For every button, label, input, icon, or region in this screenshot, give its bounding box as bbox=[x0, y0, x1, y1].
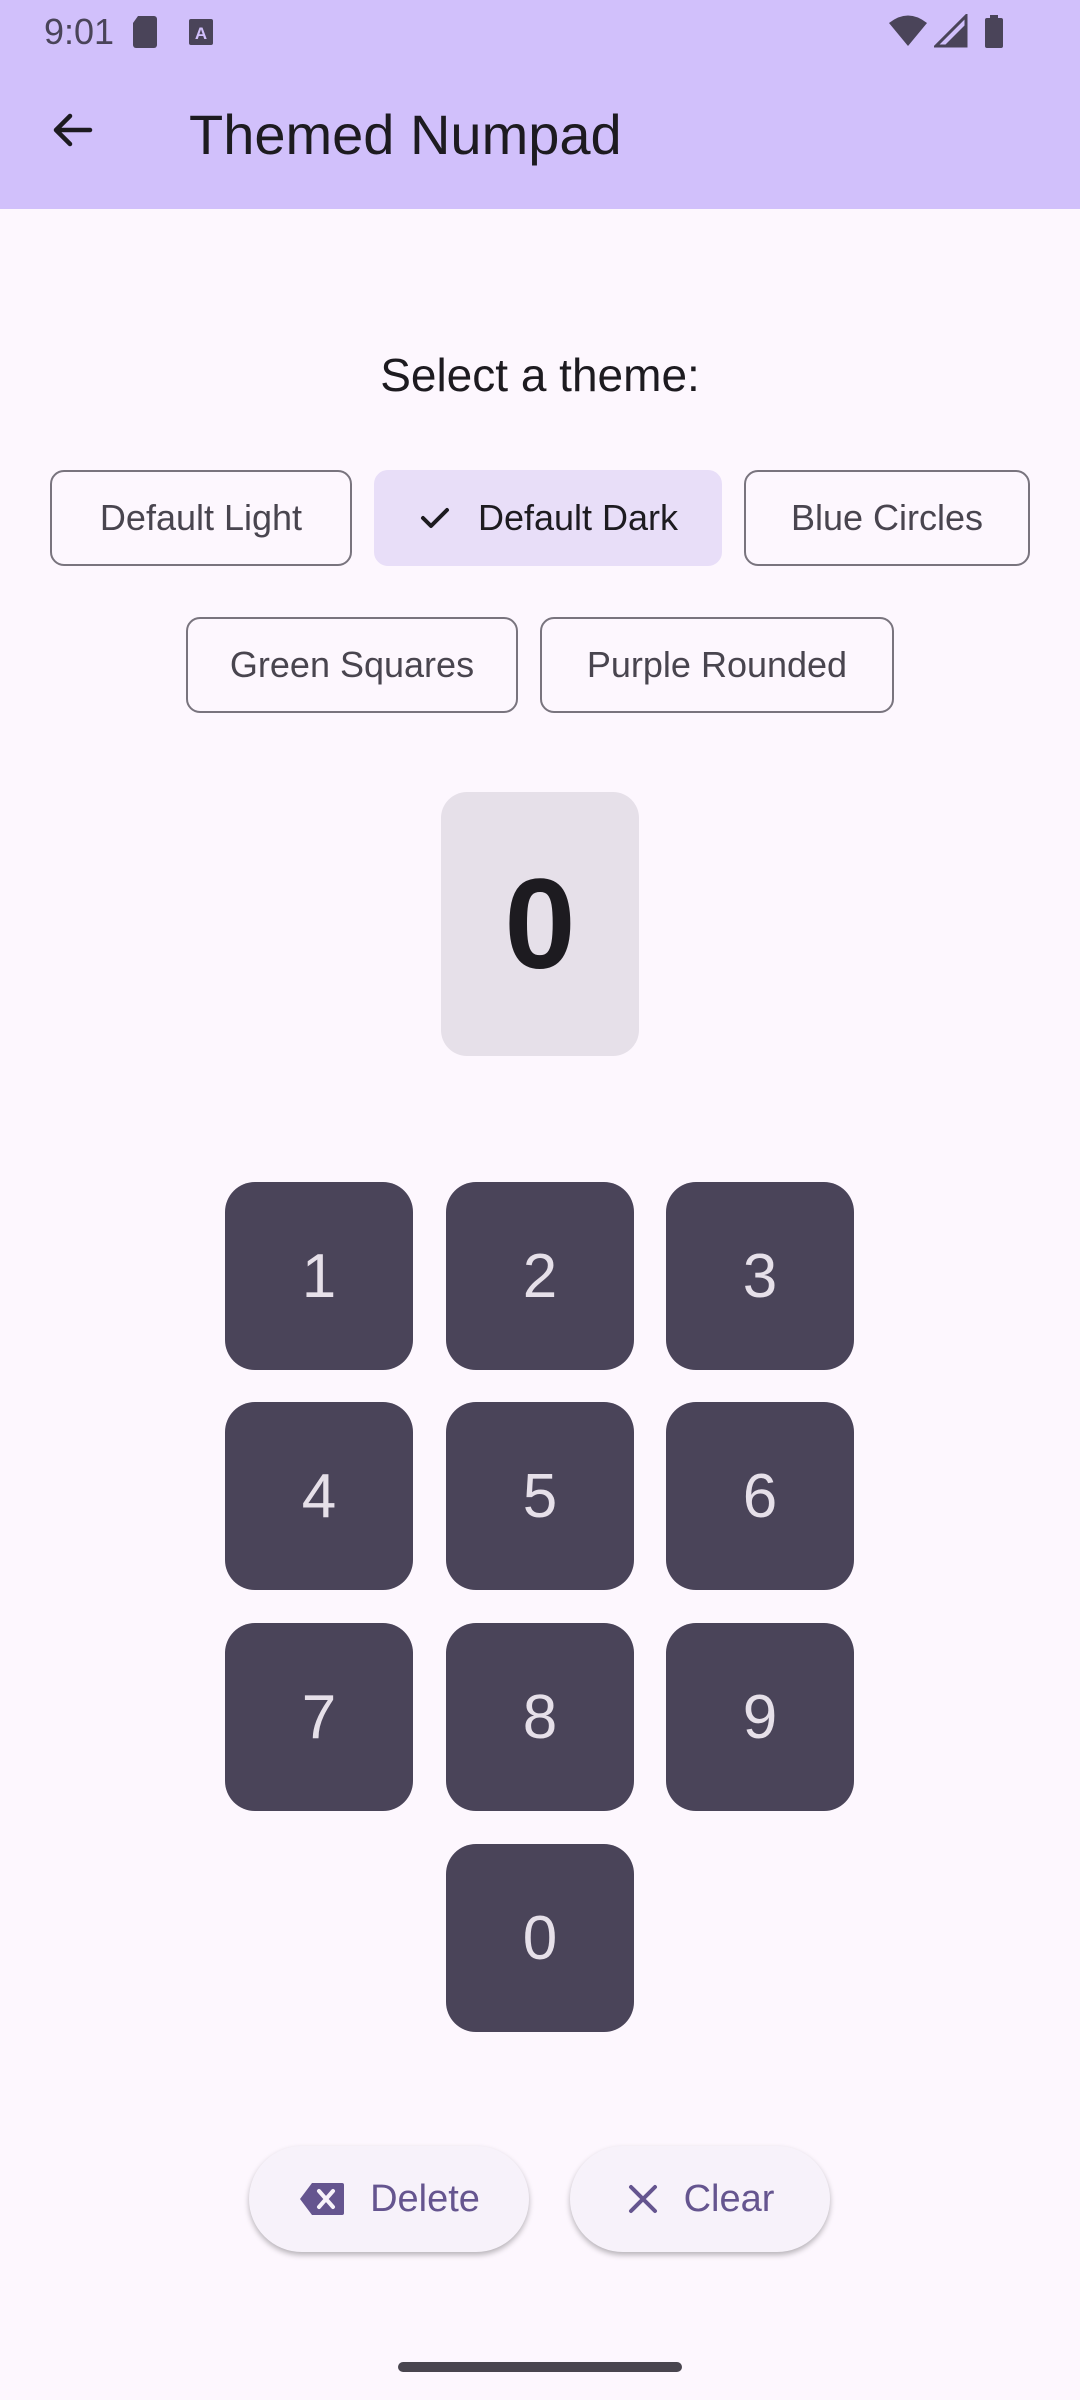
chip-label: Green Squares bbox=[229, 644, 475, 685]
wifi-icon bbox=[888, 14, 928, 55]
key-7[interactable]: 7 bbox=[225, 1623, 413, 1811]
keyboard-a-icon: A bbox=[188, 14, 214, 55]
page-title: Themed Numpad bbox=[189, 103, 622, 166]
key-3[interactable]: 3 bbox=[666, 1182, 854, 1370]
key-label: 7 bbox=[301, 1682, 337, 1752]
key-label: 5 bbox=[522, 1461, 558, 1531]
key-1[interactable]: 1 bbox=[225, 1182, 413, 1370]
close-icon bbox=[626, 2182, 660, 2216]
key-6[interactable]: 6 bbox=[666, 1402, 854, 1590]
key-label: 9 bbox=[742, 1682, 778, 1752]
back-button[interactable] bbox=[36, 96, 108, 168]
key-5[interactable]: 5 bbox=[446, 1402, 634, 1590]
chip-label: Default Dark bbox=[477, 497, 679, 538]
check-icon bbox=[418, 501, 452, 535]
key-2[interactable]: 2 bbox=[446, 1182, 634, 1370]
key-0[interactable]: 0 bbox=[446, 1844, 634, 2032]
theme-chip-default-dark[interactable]: Default Dark bbox=[374, 470, 722, 566]
theme-selector-label: Select a theme: bbox=[380, 349, 700, 401]
key-label: 2 bbox=[522, 1241, 558, 1311]
signal-icon bbox=[932, 12, 968, 55]
key-label: 1 bbox=[301, 1241, 337, 1311]
theme-chip-green-squares[interactable]: Green Squares bbox=[186, 617, 518, 713]
key-label: 3 bbox=[742, 1241, 778, 1311]
home-indicator[interactable] bbox=[398, 2362, 682, 2372]
svg-text:A: A bbox=[195, 24, 207, 43]
delete-label: Delete bbox=[370, 2177, 480, 2220]
battery-icon bbox=[984, 14, 1004, 55]
key-9[interactable]: 9 bbox=[666, 1623, 854, 1811]
key-label: 0 bbox=[522, 1903, 558, 1973]
key-label: 4 bbox=[301, 1461, 337, 1531]
numpad-screen: 9:01 A Themed Numpad Select a theme: Def… bbox=[0, 0, 1080, 2400]
number-display: 0 bbox=[441, 792, 639, 1056]
key-label: 6 bbox=[742, 1461, 778, 1531]
sd-card-icon bbox=[130, 14, 160, 55]
clear-button[interactable]: Clear bbox=[570, 2146, 830, 2252]
status-time: 9:01 bbox=[44, 11, 115, 52]
clear-label: Clear bbox=[683, 2177, 775, 2220]
delete-button[interactable]: Delete bbox=[249, 2146, 529, 2252]
backspace-icon bbox=[298, 2181, 346, 2217]
chip-label: Default Light bbox=[99, 497, 303, 538]
arrow-back-icon bbox=[48, 106, 96, 159]
chip-label: Purple Rounded bbox=[586, 644, 848, 685]
key-4[interactable]: 4 bbox=[225, 1402, 413, 1590]
key-8[interactable]: 8 bbox=[446, 1623, 634, 1811]
chip-label: Blue Circles bbox=[790, 497, 984, 538]
theme-chip-default-light[interactable]: Default Light bbox=[50, 470, 352, 566]
key-label: 8 bbox=[522, 1682, 558, 1752]
theme-chip-purple-rounded[interactable]: Purple Rounded bbox=[540, 617, 894, 713]
app-bar: 9:01 A Themed Numpad bbox=[0, 0, 1080, 209]
theme-chip-blue-circles[interactable]: Blue Circles bbox=[744, 470, 1030, 566]
